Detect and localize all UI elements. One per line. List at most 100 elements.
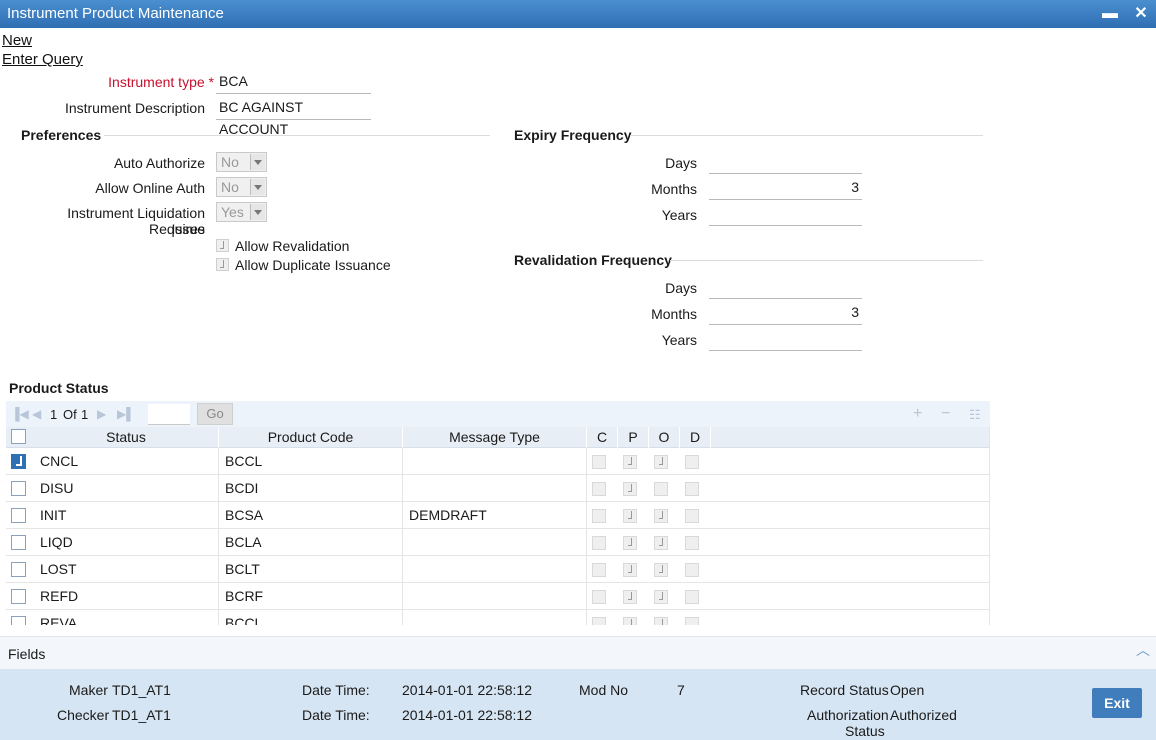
row-checkbox[interactable] — [11, 535, 26, 550]
p-checkbox[interactable] — [623, 617, 637, 625]
col-c[interactable]: C — [587, 427, 618, 448]
revalidation-months-field[interactable]: 3 — [709, 301, 862, 325]
row-checkbox[interactable] — [11, 508, 26, 523]
status-cell: LOST — [34, 556, 219, 583]
o-checkbox[interactable] — [654, 482, 668, 496]
chevron-up-icon[interactable]: ︿ — [1136, 640, 1150, 660]
message-type-cell[interactable] — [403, 556, 587, 583]
row-checkbox[interactable] — [11, 589, 26, 604]
c-checkbox[interactable] — [592, 482, 606, 496]
select-all-checkbox[interactable] — [11, 429, 26, 444]
status-cell: INIT — [34, 502, 219, 529]
c-checkbox[interactable] — [592, 455, 606, 469]
product-code-cell[interactable]: BCCL — [219, 610, 403, 625]
minimize-icon[interactable]: ▬ — [1099, 3, 1121, 25]
c-checkbox[interactable] — [592, 590, 606, 604]
d-checkbox[interactable] — [685, 455, 699, 469]
exit-button[interactable]: Exit — [1092, 688, 1142, 718]
product-code-cell[interactable]: BCDI — [219, 475, 403, 502]
enter-query-link[interactable]: Enter Query — [2, 51, 83, 68]
c-checkbox[interactable] — [592, 509, 606, 523]
add-row-icon[interactable]: + — [913, 405, 922, 423]
liquidation-select[interactable]: Yes — [216, 202, 267, 222]
instrument-description-field[interactable]: BC AGAINST ACCOUNT — [216, 96, 371, 137]
p-checkbox[interactable] — [623, 509, 637, 523]
o-checkbox[interactable] — [654, 617, 668, 625]
c-checkbox[interactable] — [592, 536, 606, 550]
d-checkbox[interactable] — [685, 590, 699, 604]
col-message-type[interactable]: Message Type — [403, 427, 587, 448]
expiry-years-field[interactable] — [709, 202, 862, 226]
col-p[interactable]: P — [618, 427, 649, 448]
table-row[interactable]: LOST BCLT — [6, 556, 989, 583]
allow-duplicate-checkbox[interactable] — [216, 258, 229, 271]
table-row[interactable]: DISU BCDI — [6, 475, 989, 502]
col-product-code[interactable]: Product Code — [219, 427, 403, 448]
p-checkbox[interactable] — [623, 455, 637, 469]
close-icon[interactable]: ✕ — [1130, 3, 1152, 25]
row-checkbox[interactable] — [11, 562, 26, 577]
previous-page-icon[interactable]: ◀ — [32, 407, 41, 421]
table-row[interactable]: LIQD BCLA — [6, 529, 989, 556]
revalidation-days-field[interactable] — [709, 275, 862, 299]
single-view-icon[interactable]: ☷ — [969, 407, 981, 423]
p-checkbox[interactable] — [623, 563, 637, 577]
message-type-cell[interactable] — [403, 610, 587, 625]
status-cell: DISU — [34, 475, 219, 502]
col-d[interactable]: D — [680, 427, 711, 448]
delete-row-icon[interactable]: − — [941, 405, 950, 423]
o-checkbox[interactable] — [654, 455, 668, 469]
first-page-icon[interactable]: ▐◀ — [11, 407, 29, 421]
o-checkbox[interactable] — [654, 509, 668, 523]
expiry-months-field[interactable]: 3 — [709, 176, 862, 200]
col-status[interactable]: Status — [34, 427, 219, 448]
o-checkbox[interactable] — [654, 536, 668, 550]
d-checkbox[interactable] — [685, 509, 699, 523]
product-code-cell[interactable]: BCCL — [219, 448, 403, 475]
d-checkbox[interactable] — [685, 482, 699, 496]
table-row[interactable]: REFD BCRF — [6, 583, 989, 610]
revalidation-years-field[interactable] — [709, 327, 862, 351]
allow-online-auth-select[interactable]: No — [216, 177, 267, 197]
expiry-days-field[interactable] — [709, 150, 862, 174]
mod-no-value: 7 — [677, 682, 685, 698]
message-type-cell[interactable] — [403, 529, 587, 556]
product-code-cell[interactable]: BCLA — [219, 529, 403, 556]
message-type-cell[interactable] — [403, 448, 587, 475]
o-checkbox[interactable] — [654, 563, 668, 577]
instrument-type-field[interactable]: BCA — [216, 70, 371, 94]
message-type-cell[interactable]: DEMDRAFT — [403, 502, 587, 529]
product-code-cell[interactable]: BCSA — [219, 502, 403, 529]
p-checkbox[interactable] — [623, 536, 637, 550]
row-checkbox[interactable] — [11, 454, 26, 469]
go-button[interactable]: Go — [197, 403, 233, 425]
allow-revalidation-checkbox[interactable] — [216, 239, 229, 252]
allow-online-auth-label: Allow Online Auth — [95, 180, 205, 196]
message-type-cell[interactable] — [403, 475, 587, 502]
product-code-cell[interactable]: BCRF — [219, 583, 403, 610]
message-type-cell[interactable] — [403, 583, 587, 610]
o-checkbox[interactable] — [654, 590, 668, 604]
instrument-type-label-text: Instrument type — [108, 74, 205, 90]
c-checkbox[interactable] — [592, 563, 606, 577]
row-checkbox[interactable] — [11, 481, 26, 496]
next-page-icon[interactable]: ▶ — [97, 407, 106, 421]
record-status-value: Open — [890, 682, 925, 698]
auto-authorize-select[interactable]: No — [216, 152, 267, 172]
d-checkbox[interactable] — [685, 536, 699, 550]
p-checkbox[interactable] — [623, 482, 637, 496]
last-page-icon[interactable]: ▶▌ — [117, 407, 135, 421]
fields-bar[interactable]: Fields ︿ — [0, 636, 1156, 669]
page-number-input[interactable] — [148, 404, 190, 425]
new-link[interactable]: New — [2, 32, 32, 49]
row-checkbox[interactable] — [11, 616, 26, 625]
table-row[interactable]: CNCL BCCL — [6, 448, 989, 475]
product-code-cell[interactable]: BCLT — [219, 556, 403, 583]
table-row[interactable]: REVA BCCL — [6, 610, 989, 625]
d-checkbox[interactable] — [685, 563, 699, 577]
d-checkbox[interactable] — [685, 617, 699, 625]
table-row[interactable]: INIT BCSA DEMDRAFT — [6, 502, 989, 529]
c-checkbox[interactable] — [592, 617, 606, 625]
p-checkbox[interactable] — [623, 590, 637, 604]
col-o[interactable]: O — [649, 427, 680, 448]
